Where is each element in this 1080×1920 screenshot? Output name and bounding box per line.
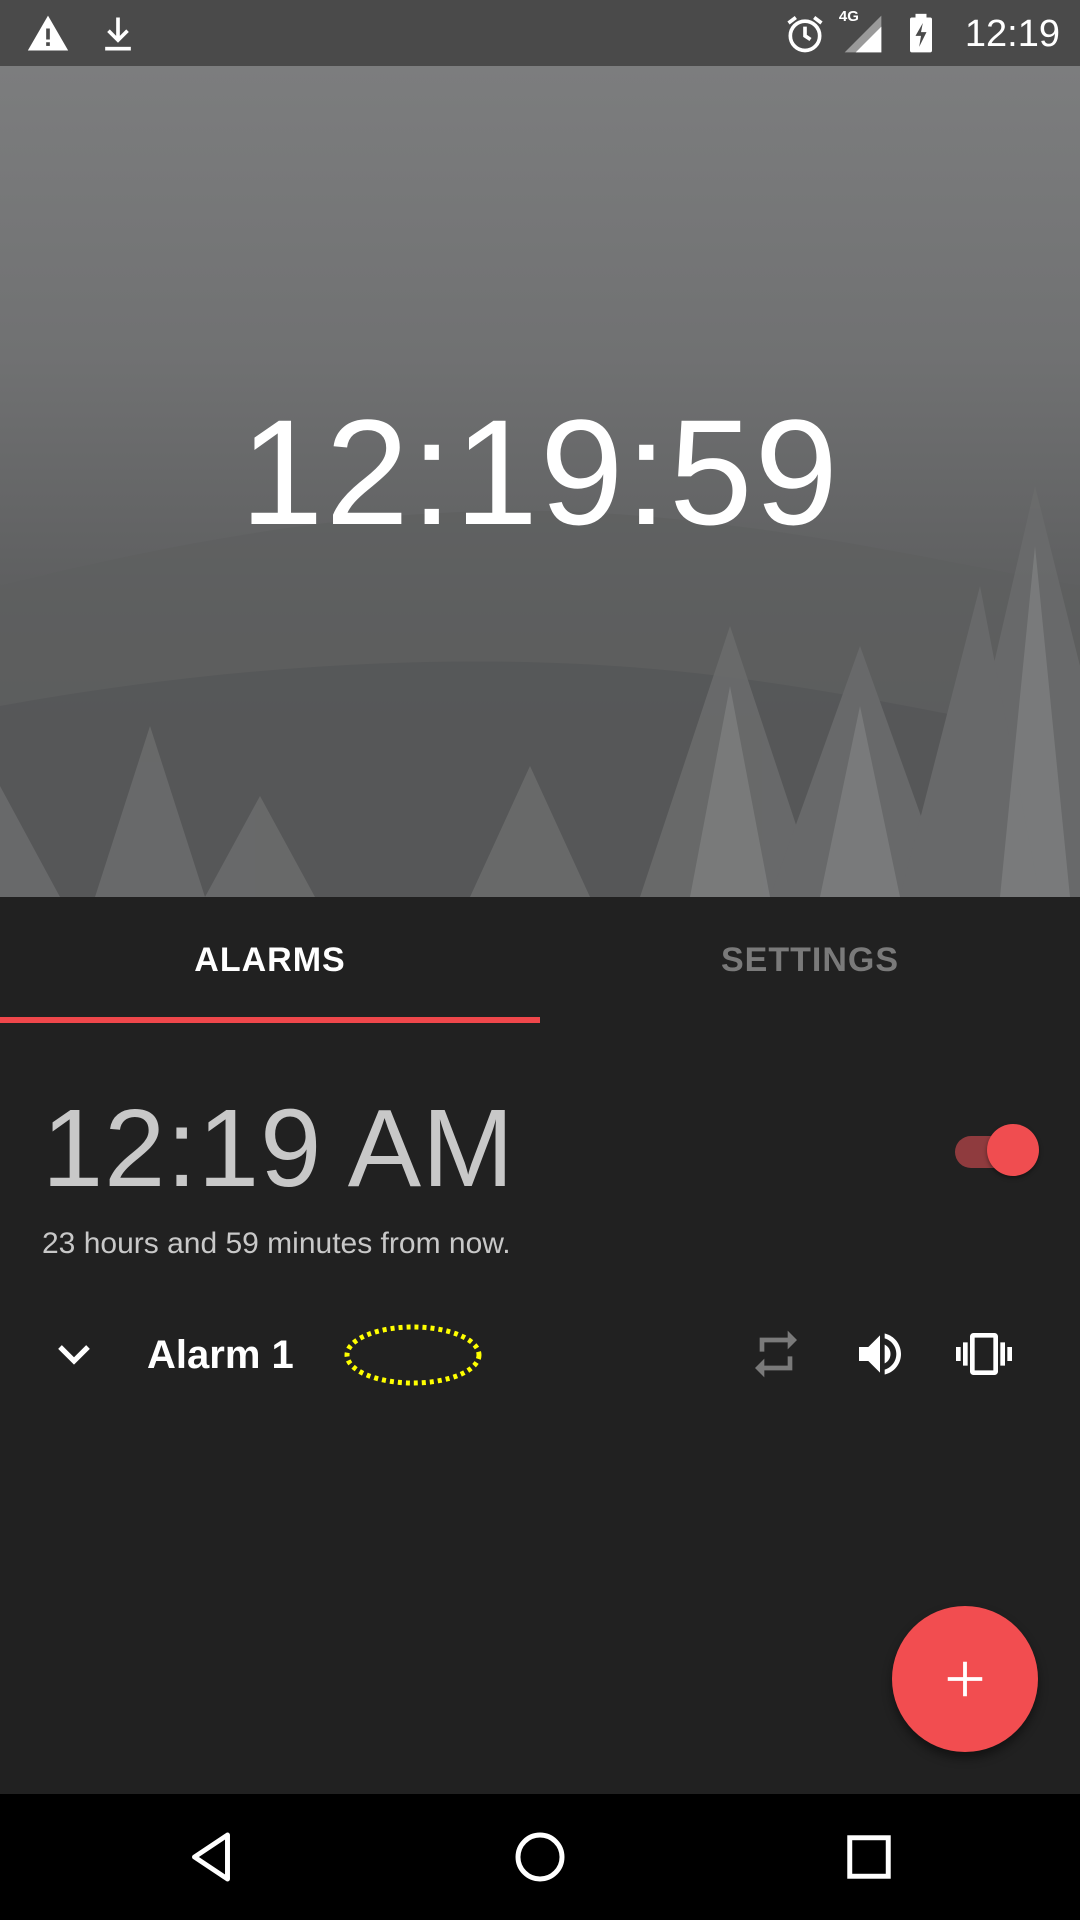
recents-icon[interactable] (836, 1824, 902, 1890)
signal-icon: 4G (839, 8, 885, 56)
plus-icon (947, 1661, 983, 1697)
warning-icon (26, 12, 70, 56)
alarm-enable-toggle[interactable] (955, 1120, 1041, 1180)
add-alarm-button[interactable] (892, 1606, 1038, 1752)
back-icon[interactable] (178, 1824, 244, 1890)
status-bar: 4G 12:19 (0, 0, 1080, 66)
volume-icon[interactable] (852, 1326, 908, 1382)
alarm-time-remaining: 23 hours and 59 minutes from now. (42, 1227, 511, 1260)
tab-alarms[interactable]: ALARMS (0, 897, 540, 1023)
status-time: 12:19 (964, 12, 1060, 55)
network-type: 4G (838, 8, 859, 25)
vibrate-icon[interactable] (956, 1326, 1012, 1382)
tab-indicator (0, 1017, 540, 1023)
alarm-clock-icon (783, 12, 827, 56)
label-highlight-marker (343, 1322, 483, 1388)
home-icon[interactable] (507, 1824, 573, 1890)
download-icon (96, 12, 140, 56)
navigation-bar (0, 1794, 1080, 1920)
tab-bar: ALARMS SETTINGS (0, 897, 1080, 1023)
alarm-label[interactable]: Alarm 1 (147, 1333, 294, 1378)
chevron-down-icon[interactable] (50, 1330, 98, 1378)
repeat-icon[interactable] (748, 1326, 804, 1382)
current-time-display: 12:19:59 (240, 388, 840, 556)
header-background: 12:19:59 (0, 66, 1080, 897)
battery-charging-icon (899, 12, 943, 56)
tab-settings[interactable]: SETTINGS (540, 897, 1080, 1023)
alarm-time[interactable]: 12:19 AM (42, 1085, 515, 1212)
toggle-thumb (987, 1124, 1039, 1176)
